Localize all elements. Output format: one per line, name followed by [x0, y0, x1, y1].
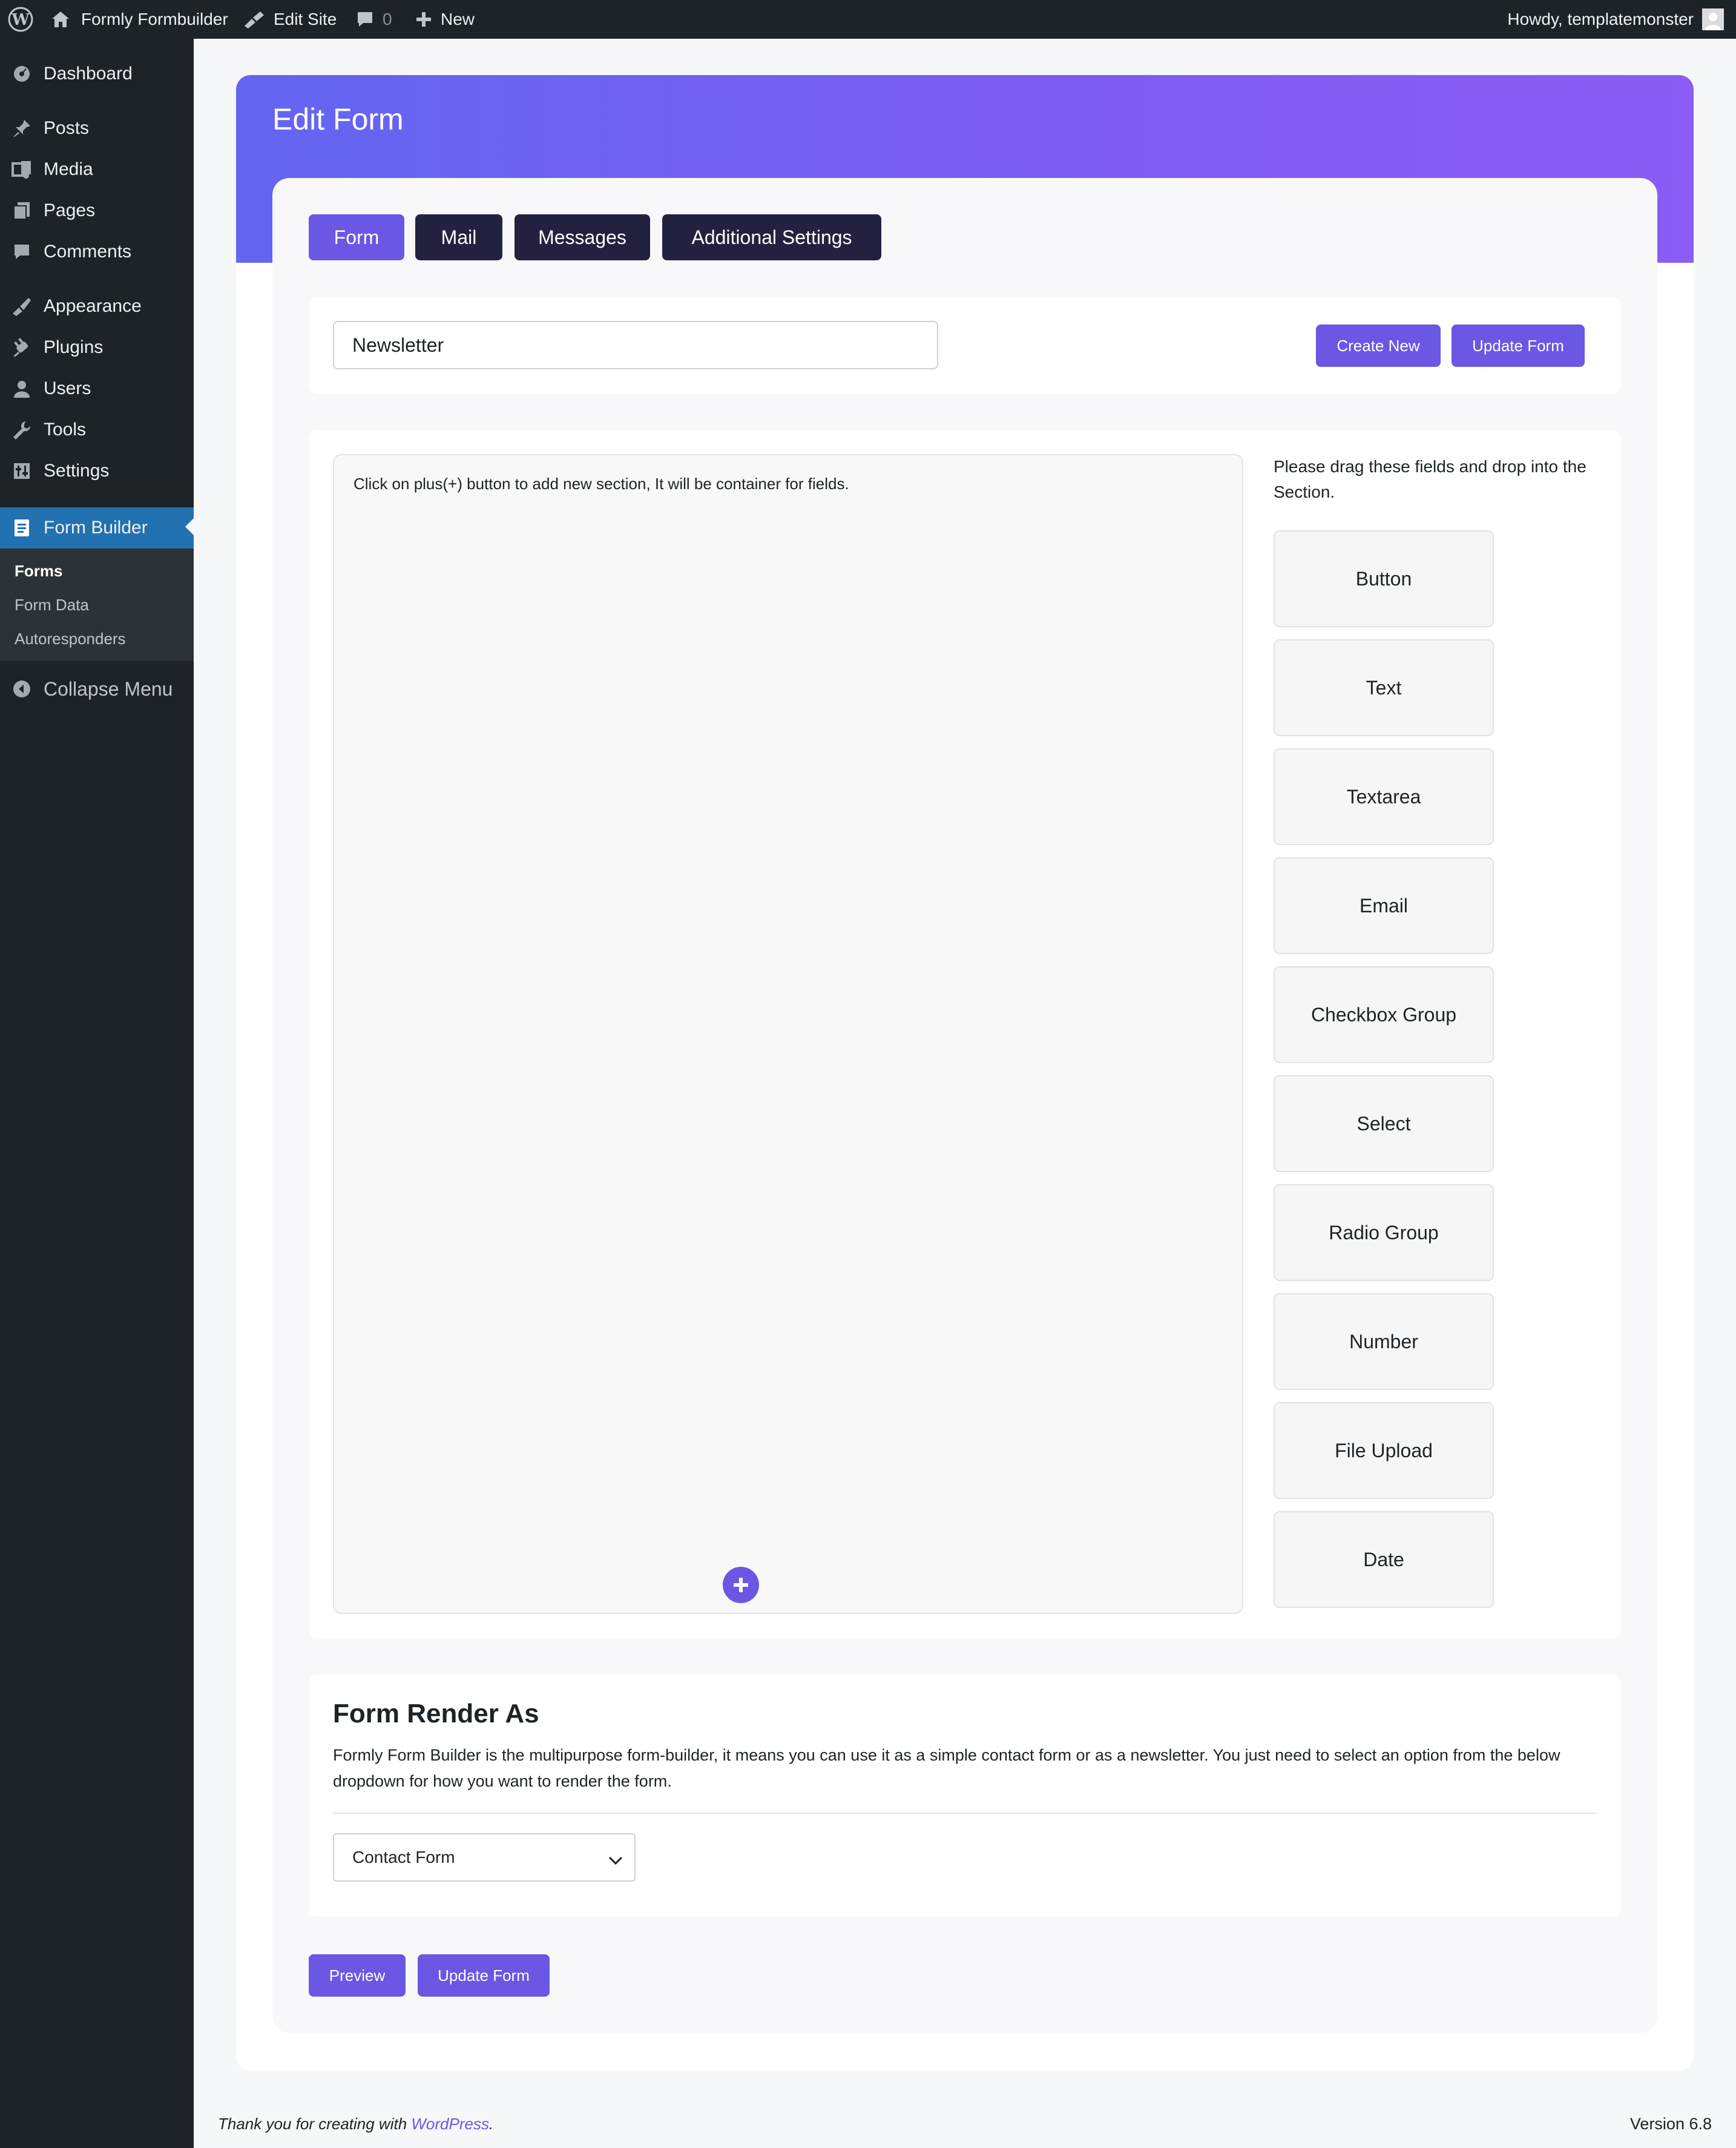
comments-count: 0 — [383, 10, 392, 28]
new-content-link[interactable]: New — [415, 0, 475, 39]
avatar — [1702, 8, 1724, 30]
sidebar-item-label: Dashboard — [44, 64, 133, 84]
form-name-input[interactable] — [333, 321, 938, 369]
plug-icon — [11, 337, 33, 358]
site-name-link[interactable]: Formly Formbuilder — [51, 0, 228, 39]
page-title: Edit Form — [272, 102, 404, 136]
sidebar-item-label: Settings — [44, 461, 110, 481]
wordpress-link[interactable]: WordPress — [411, 2115, 489, 2133]
svg-text:W: W — [11, 11, 30, 29]
edit-site-link[interactable]: Edit Site — [243, 0, 337, 39]
howdy-text: Howdy, templatemonster — [1507, 10, 1694, 28]
pin-icon — [11, 117, 33, 139]
footer-thanks-suffix: . — [488, 2115, 494, 2133]
settings-icon — [11, 460, 33, 482]
drop-zone-hint: Click on plus(+) button to add new secti… — [353, 475, 849, 493]
brush-icon — [243, 10, 265, 28]
comment-icon — [356, 10, 374, 28]
render-as-description: Formly Form Builder is the multipurpose … — [333, 1746, 1560, 1790]
site-name: Formly Formbuilder — [81, 10, 228, 28]
comment-icon — [11, 241, 33, 263]
sidebar-item-label: Comments — [44, 242, 132, 262]
sidebar-item-label: Media — [44, 159, 93, 179]
add-section-button[interactable] — [723, 1567, 759, 1603]
field-tile-number[interactable]: Number — [1274, 1293, 1494, 1390]
sidebar-item-posts[interactable]: Posts — [0, 109, 194, 148]
sidebar-item-label: Plugins — [44, 337, 104, 357]
sidebar-item-label: Pages — [44, 200, 96, 220]
section-drop-zone[interactable]: Click on plus(+) button to add new secti… — [333, 454, 1243, 1614]
submenu-item-form-data[interactable]: Form Data — [15, 596, 89, 614]
sidebar-item-label: Users — [44, 378, 91, 398]
render-as-title: Form Render As — [333, 1699, 539, 1728]
field-tile-email[interactable]: Email — [1274, 857, 1494, 954]
update-form-button[interactable]: Update Form — [1452, 325, 1585, 367]
home-icon — [51, 10, 70, 28]
sidebar-item-label: Posts — [44, 118, 90, 138]
edit-site-label: Edit Site — [274, 10, 337, 28]
media-icon — [11, 159, 33, 180]
sidebar-item-comments[interactable]: Comments — [0, 232, 194, 271]
brush-icon — [11, 295, 33, 317]
comments-link[interactable]: 0 — [356, 0, 392, 39]
sidebar-item-appearance[interactable]: Appearance — [0, 287, 194, 326]
collapse-arrow-icon — [11, 678, 33, 700]
render-as-select[interactable]: Contact Form — [333, 1833, 636, 1882]
tab-additional-settings[interactable]: Additional Settings — [662, 214, 881, 260]
field-tile-button[interactable]: Button — [1274, 530, 1494, 627]
divider — [333, 1813, 1597, 1814]
tab-messages[interactable]: Messages — [515, 214, 650, 260]
sidebar-item-label: Tools — [44, 420, 87, 440]
field-tile-radio-group[interactable]: Radio Group — [1274, 1184, 1494, 1281]
tab-mail[interactable]: Mail — [415, 214, 502, 260]
field-tile-file-upload[interactable]: File Upload — [1274, 1402, 1494, 1499]
plus-icon — [415, 11, 432, 28]
footer-thanks: Thank you for creating with WordPress. — [218, 2115, 493, 2133]
drag-fields-hint: Please drag these fields and drop into t… — [1274, 457, 1586, 501]
my-account-link[interactable]: Howdy, templatemonster — [1507, 0, 1724, 39]
field-tile-select[interactable]: Select — [1274, 1075, 1494, 1172]
preview-button[interactable]: Preview — [309, 1954, 406, 1997]
wordpress-logo-icon[interactable]: W — [7, 0, 34, 39]
field-tile-text[interactable]: Text — [1274, 639, 1494, 736]
field-tile-checkbox-group[interactable]: Checkbox Group — [1274, 966, 1494, 1063]
submenu-item-autoresponders[interactable]: Autoresponders — [15, 630, 126, 648]
tab-form[interactable]: Form — [309, 214, 404, 260]
sidebar-item-plugins[interactable]: Plugins — [0, 328, 194, 367]
plus-icon — [734, 1578, 748, 1592]
render-as-selected-value: Contact Form — [352, 1848, 455, 1866]
sidebar-item-tools[interactable]: Tools — [0, 410, 194, 449]
admin-sidebar: Dashboard Posts Media Pages Comments App… — [0, 39, 194, 2148]
user-icon — [11, 378, 33, 400]
wrench-icon — [11, 419, 33, 441]
sidebar-item-label: Appearance — [44, 296, 142, 316]
collapse-menu-label: Collapse Menu — [44, 677, 173, 700]
update-form-bottom-button[interactable]: Update Form — [418, 1954, 550, 1997]
field-tile-textarea[interactable]: Textarea — [1274, 748, 1494, 845]
sidebar-item-settings[interactable]: Settings — [0, 452, 194, 490]
sidebar-item-form-builder[interactable]: Form Builder — [0, 507, 194, 549]
form-icon — [11, 517, 33, 539]
sidebar-item-pages[interactable]: Pages — [0, 191, 194, 230]
sidebar-item-label: Form Builder — [44, 518, 148, 538]
field-tile-date[interactable]: Date — [1274, 1511, 1494, 1608]
pages-icon — [11, 200, 33, 222]
footer-version: Version 6.8 — [1629, 2115, 1712, 2133]
sidebar-item-media[interactable]: Media — [0, 150, 194, 189]
new-label: New — [441, 10, 475, 28]
sidebar-item-dashboard[interactable]: Dashboard — [0, 54, 194, 93]
dashboard-icon — [11, 63, 33, 85]
create-new-button[interactable]: Create New — [1316, 325, 1441, 367]
submenu-item-forms[interactable]: Forms — [15, 562, 62, 581]
chevron-down-icon — [608, 1851, 623, 1871]
admin-bar: W Formly Formbuilder Edit Site 0 New How… — [0, 0, 1736, 39]
form-builder-submenu: Forms Form Data Autoresponders — [0, 549, 194, 661]
sidebar-item-users[interactable]: Users — [0, 369, 194, 408]
collapse-menu-button[interactable]: Collapse Menu — [0, 670, 194, 708]
footer-thanks-prefix: Thank you for creating with — [218, 2115, 407, 2133]
